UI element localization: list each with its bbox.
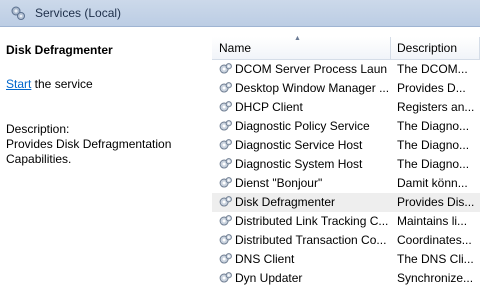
service-row[interactable]: Dienst "Bonjour" Damit könn... xyxy=(212,174,480,193)
service-row[interactable]: Dyn Updater Synchronize... xyxy=(212,269,480,288)
service-gear-icon xyxy=(219,272,232,283)
column-header-name[interactable]: ▲ Name xyxy=(212,35,391,60)
service-description: Damit könn... xyxy=(397,176,468,190)
column-header-description-label: Description xyxy=(397,41,458,55)
service-description: Provides Dis... xyxy=(397,195,475,209)
service-name: Disk Defragmenter xyxy=(235,195,336,209)
service-name: Diagnostic Service Host xyxy=(235,138,363,152)
service-name: DCOM Server Process Laun... xyxy=(235,62,388,76)
column-header-description[interactable]: Description xyxy=(391,37,480,60)
service-row[interactable]: Disk Defragmenter Provides Dis... xyxy=(212,193,480,212)
window-header: Services (Local) xyxy=(0,0,480,27)
service-description: Registers an... xyxy=(397,100,475,114)
service-row[interactable]: DCOM Server Process Laun... The DCOM... xyxy=(212,60,480,79)
service-gear-icon xyxy=(219,120,232,131)
service-description: Maintains li... xyxy=(397,214,468,228)
column-header-name-label: Name xyxy=(219,41,252,55)
service-gear-icon xyxy=(219,234,232,245)
service-description: Provides D... xyxy=(397,81,466,95)
service-row[interactable]: Distributed Link Tracking C... Maintains … xyxy=(212,212,480,231)
service-name: Desktop Window Manager ... xyxy=(235,81,388,95)
service-description: The DNS Cli... xyxy=(397,252,474,266)
service-gear-icon xyxy=(219,196,232,207)
service-name: Diagnostic Policy Service xyxy=(235,119,370,133)
selected-service-name: Disk Defragmenter xyxy=(6,43,113,57)
service-rows: DCOM Server Process Laun... The DCOM... De… xyxy=(212,60,480,288)
window-title: Services (Local) xyxy=(35,6,122,20)
service-row[interactable]: Distributed Transaction Co... Coordinates… xyxy=(212,231,480,250)
start-service-suffix: the service xyxy=(31,77,93,91)
services-list: ▲ Name Description DCOM Server Process L… xyxy=(212,27,480,289)
service-name: Dienst "Bonjour" xyxy=(235,176,323,190)
service-name: DHCP Client xyxy=(235,100,303,114)
description-text: Provides Disk Defragmentation Capabiliti… xyxy=(6,137,172,166)
service-gear-icon xyxy=(219,158,232,169)
service-row[interactable]: Diagnostic System Host The Diagno... xyxy=(212,155,480,174)
service-name: DNS Client xyxy=(235,252,295,266)
service-description: Coordinates... xyxy=(397,233,472,247)
service-gear-icon xyxy=(219,82,232,93)
service-gear-icon xyxy=(219,139,232,150)
service-gear-icon xyxy=(219,63,232,74)
service-gear-icon xyxy=(219,101,232,112)
service-gear-icon xyxy=(219,177,232,188)
service-name: Dyn Updater xyxy=(235,271,303,285)
service-row[interactable]: Desktop Window Manager ... Provides D... xyxy=(212,79,480,98)
service-name: Distributed Link Tracking C... xyxy=(235,214,388,228)
service-row[interactable]: DHCP Client Registers an... xyxy=(212,98,480,117)
description-label: Description: xyxy=(6,122,70,136)
detail-pane: Disk Defragmenter Start the service Desc… xyxy=(0,27,212,289)
service-description: The Diagno... xyxy=(397,119,470,133)
service-description: The DCOM... xyxy=(397,62,468,76)
service-description: Synchronize... xyxy=(397,271,474,285)
service-row[interactable]: Diagnostic Policy Service The Diagno... xyxy=(212,117,480,136)
service-gear-icon xyxy=(219,253,232,264)
services-gear-icon xyxy=(11,6,25,20)
service-name: Distributed Transaction Co... xyxy=(235,233,387,247)
start-service-line: Start the service xyxy=(6,77,93,91)
start-service-link[interactable]: Start xyxy=(6,77,31,91)
service-gear-icon xyxy=(219,215,232,226)
service-description: The Diagno... xyxy=(397,157,470,171)
service-row[interactable]: DNS Client The DNS Cli... xyxy=(212,250,480,269)
service-row[interactable]: Diagnostic Service Host The Diagno... xyxy=(212,136,480,155)
service-name: Diagnostic System Host xyxy=(235,157,363,171)
service-description: The Diagno... xyxy=(397,138,470,152)
sort-ascending-icon: ▲ xyxy=(294,35,301,42)
